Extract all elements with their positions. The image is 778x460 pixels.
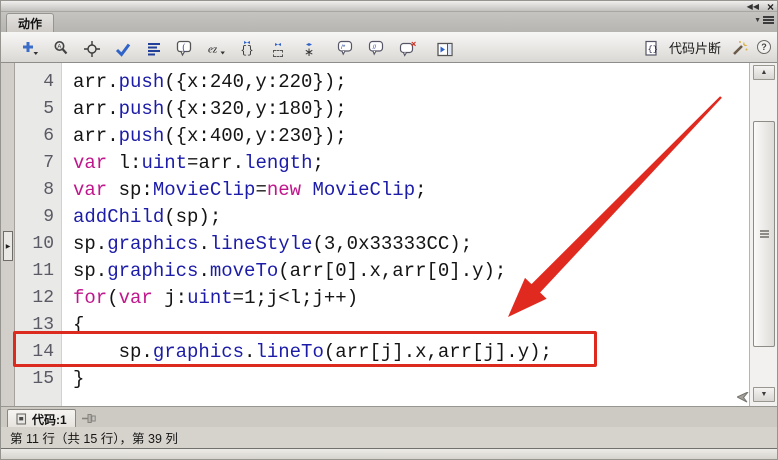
line-number: 11: [32, 260, 54, 281]
code-line-7[interactable]: 7 var l:uint=arr.length;: [15, 149, 749, 176]
collapse-to-icons-icon[interactable]: ◀◀: [747, 2, 759, 11]
insert-target-path-icon[interactable]: [81, 37, 103, 57]
magic-wand-icon[interactable]: [728, 37, 750, 57]
code-line-9[interactable]: 9 addChild(sp);: [15, 203, 749, 230]
code-line-6[interactable]: 6 arr.push({x:400,y:230});: [15, 122, 749, 149]
code-text: sp.graphics.lineStyle(3,0x33333CC);: [73, 232, 473, 255]
panel-menu-icon[interactable]: ▼: [754, 16, 774, 24]
code-text: }: [73, 367, 85, 390]
auto-format-icon[interactable]: [143, 37, 165, 57]
svg-text:A: A: [57, 44, 61, 50]
line-number: 9: [43, 206, 54, 227]
scroll-down-icon[interactable]: ▼: [753, 387, 775, 402]
code-text: for(var j:uint=1;j<l;j++): [73, 286, 359, 309]
panel-tab-row: 动作 ▼: [1, 12, 777, 32]
code-snippets-icon[interactable]: {}: [640, 37, 662, 57]
code-text: arr.push({x:320,y:180});: [73, 97, 347, 120]
code-line-4[interactable]: 4 arr.push({x:240,y:220});: [15, 68, 749, 95]
line-number: 10: [32, 233, 54, 254]
check-syntax-icon[interactable]: [112, 37, 134, 57]
script-tab-bar: 代码:1: [1, 406, 777, 428]
tab-code-1[interactable]: 代码:1: [7, 409, 76, 428]
tab-code-1-label: 代码:1: [32, 412, 67, 427]
thumb-grip: [759, 233, 769, 235]
actions-panel: ◀◀ × 动作 ▼ A ( ez ▸◂ {} ▸◂ ◂▸ ∗ /* // × {…: [0, 0, 778, 460]
remove-comment-icon[interactable]: ×: [397, 37, 419, 57]
apply-block-comment-icon[interactable]: /*: [335, 37, 357, 57]
line-number: 5: [43, 98, 54, 119]
code-line-8[interactable]: 8 var sp:MovieClip=new MovieClip;: [15, 176, 749, 203]
collapse-between-braces-icon[interactable]: ▸◂{}: [236, 37, 258, 57]
scrollbar-thumb[interactable]: [753, 121, 775, 347]
scroll-up-icon[interactable]: ▲: [753, 65, 775, 80]
line-number: 8: [43, 179, 54, 200]
code-line-12[interactable]: 12 for(var j:uint=1;j<l;j++): [15, 284, 749, 311]
pin-icon[interactable]: [81, 413, 98, 424]
expand-all-icon[interactable]: ◂▸ ∗: [298, 37, 320, 58]
code-line-11[interactable]: 11 sp.graphics.moveTo(arr[0].x,arr[0].y);: [15, 257, 749, 284]
find-icon[interactable]: A: [50, 37, 72, 57]
code-text: arr.push({x:400,y:230});: [73, 124, 347, 147]
code-text: var sp:MovieClip=new MovieClip;: [73, 178, 427, 201]
code-line-10[interactable]: 10 sp.graphics.lineStyle(3,0x33333CC);: [15, 230, 749, 257]
svg-text:(: (: [182, 42, 185, 52]
debug-options-icon[interactable]: ez: [205, 37, 227, 57]
splitter-collapse-button[interactable]: ▶: [3, 231, 13, 261]
code-text: arr.push({x:240,y:220});: [73, 70, 347, 93]
highlight-box-line-14: [13, 331, 597, 367]
line-number: 6: [43, 125, 54, 146]
panel-title: 动作: [18, 16, 43, 31]
vertical-scrollbar[interactable]: ▲ ▼: [749, 63, 777, 406]
line-number: 12: [32, 287, 54, 308]
collapse-selection-icon[interactable]: ▸◂: [267, 37, 289, 57]
svg-text:/*: /*: [341, 44, 346, 51]
help-icon[interactable]: ?: [757, 40, 771, 54]
tab-actions[interactable]: 动作: [6, 13, 55, 32]
show-code-hint-icon[interactable]: (: [174, 37, 196, 57]
add-new-item-icon[interactable]: [19, 37, 41, 57]
actions-toolbar: A ( ez ▸◂{} ▸◂ ◂▸ ∗ /* // × {} 代码片断 ?: [1, 32, 777, 63]
svg-text://: //: [373, 44, 377, 51]
close-icon[interactable]: ×: [767, 1, 774, 13]
status-bar: 第 11 行（共 15 行），第 39 列: [1, 427, 777, 448]
panel-drag-bar[interactable]: ◀◀ ×: [1, 1, 777, 13]
code-text: addChild(sp);: [73, 205, 222, 228]
line-number: 4: [43, 71, 54, 92]
code-text: sp.graphics.moveTo(arr[0].x,arr[0].y);: [73, 259, 507, 282]
svg-text:×: ×: [411, 40, 416, 49]
code-line-15[interactable]: 15}: [15, 365, 749, 392]
code-line-5[interactable]: 5 arr.push({x:320,y:180});: [15, 95, 749, 122]
svg-text:{}: {}: [648, 45, 658, 55]
apply-line-comment-icon[interactable]: //: [366, 37, 388, 57]
show-hide-toolbox-icon[interactable]: [434, 37, 456, 57]
svg-text:ez: ez: [208, 44, 218, 56]
cursor-position-status: 第 11 行（共 15 行），第 39 列: [10, 432, 178, 446]
line-number: 15: [32, 368, 54, 389]
code-text: var l:uint=arr.length;: [73, 151, 324, 174]
code-snippets-label[interactable]: 代码片断: [669, 38, 721, 57]
line-number: 7: [43, 152, 54, 173]
panel-bottom-edge: [1, 448, 777, 459]
script-document-icon: [16, 413, 27, 425]
